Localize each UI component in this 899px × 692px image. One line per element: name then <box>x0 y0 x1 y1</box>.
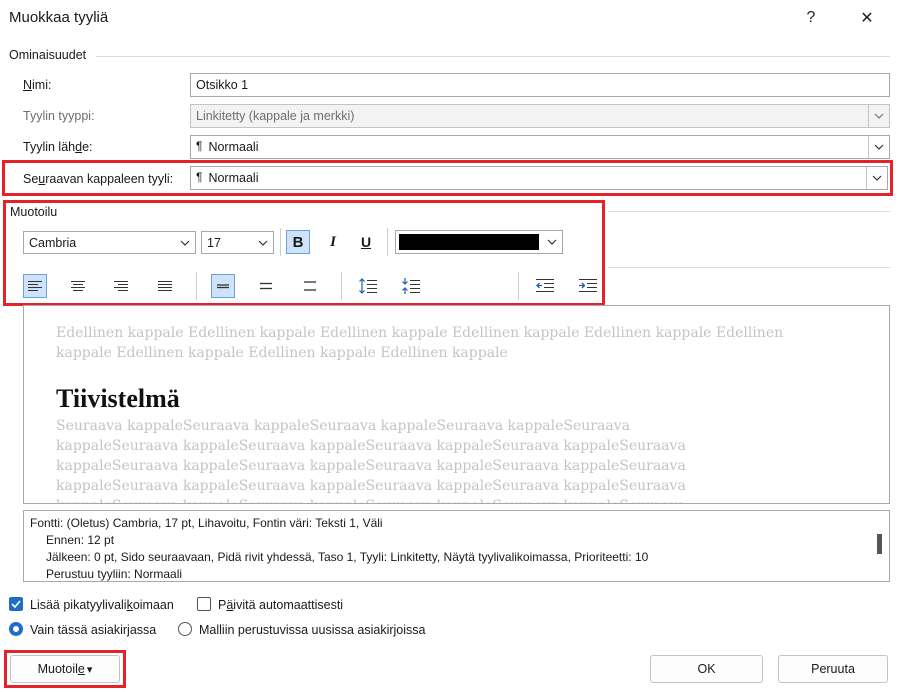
new-documents-radio[interactable] <box>178 622 192 636</box>
increase-indent-icon <box>579 279 597 292</box>
align-left-icon <box>28 281 42 291</box>
style-based-on-label: Tyylin lähde: <box>23 140 93 154</box>
formatting-divider <box>608 211 890 212</box>
chevron-down-icon <box>253 232 273 253</box>
preview-previous-paragraph: Edellinen kappale Edellinen kappale Edel… <box>56 325 784 361</box>
formatting-section-title: Muotoilu <box>10 205 58 219</box>
dialog-title: Muokkaa tyyliä <box>9 9 109 26</box>
preview-heading: Tiivistelmä <box>56 384 180 413</box>
bold-button[interactable]: B <box>286 230 310 254</box>
chevron-down-icon <box>868 105 889 127</box>
checkmark-icon <box>11 600 21 608</box>
preview-next-line: kappaleSeuraava kappaleSeuraava kappaleS… <box>56 458 686 474</box>
font-size-select[interactable]: 17 <box>201 231 274 254</box>
description-line: Fontti: (Oletus) Cambria, 17 pt, Lihavoi… <box>30 516 383 530</box>
help-button[interactable]: ? <box>796 6 826 30</box>
close-button[interactable]: ✕ <box>852 6 882 30</box>
formatting-row-divider <box>608 267 890 268</box>
help-icon: ? <box>806 9 816 26</box>
preview-next-line: kappaleSeuraava kappaleSeuraava kappaleS… <box>56 496 876 503</box>
font-color-swatch <box>399 234 539 250</box>
justify-icon <box>158 281 172 291</box>
preview-next-line: kappaleSeuraava kappaleSeuraava kappaleS… <box>56 478 686 494</box>
next-style-select[interactable]: ¶ Normaali <box>190 166 888 190</box>
description-line: Perustuu tyyliin: Normaali <box>46 567 183 581</box>
align-center-icon <box>71 281 85 291</box>
pilcrow-icon: ¶ <box>196 139 203 153</box>
chevron-down-icon <box>868 136 889 158</box>
preview-next-line: Seuraava kappaleSeuraava kappaleSeuraava… <box>56 418 630 434</box>
preview-next-line: kappaleSeuraava kappaleSeuraava kappaleS… <box>56 438 686 454</box>
close-icon: ✕ <box>860 10 874 27</box>
style-preview: Edellinen kappale Edellinen kappale Edel… <box>23 305 890 504</box>
align-right-icon <box>114 281 128 291</box>
decrease-indent-button[interactable] <box>533 274 557 298</box>
new-documents-label: Malliin perustuvissa uusissa asiakirjois… <box>199 623 426 637</box>
name-label: Nimi: <box>23 78 52 92</box>
style-type-select[interactable]: Linkitetty (kappale ja merkki) <box>190 104 890 128</box>
style-type-label: Tyylin tyyppi: <box>23 109 95 123</box>
description-scrollbar[interactable] <box>877 534 882 554</box>
properties-section-title: Ominaisuudet <box>9 48 87 62</box>
cancel-button[interactable]: Peruuta <box>778 655 888 683</box>
increase-indent-button[interactable] <box>576 274 600 298</box>
underline-button[interactable]: U <box>354 230 378 254</box>
toolbar-separator <box>280 228 281 256</box>
toolbar-separator <box>196 272 197 300</box>
chevron-down-icon <box>542 231 562 253</box>
style-based-on-select[interactable]: ¶ Normaali <box>190 135 890 159</box>
font-color-select[interactable] <box>395 230 563 254</box>
justify-button[interactable] <box>153 274 177 298</box>
double-spacing-button[interactable] <box>298 274 322 298</box>
next-style-label: Seuraavan kappaleen tyyli: <box>23 172 174 186</box>
align-right-button[interactable] <box>109 274 133 298</box>
spacing-increase-icon <box>359 278 377 294</box>
one-and-half-spacing-button[interactable] <box>254 274 278 298</box>
align-left-button[interactable] <box>23 274 47 298</box>
double-spacing-icon <box>304 281 316 291</box>
toolbar-separator <box>387 228 388 256</box>
style-description: Fontti: (Oletus) Cambria, 17 pt, Lihavoi… <box>23 510 890 582</box>
align-center-button[interactable] <box>66 274 90 298</box>
decrease-paragraph-spacing-button[interactable] <box>399 274 423 298</box>
add-to-gallery-checkbox[interactable] <box>9 597 23 611</box>
auto-update-label: Päivitä automaattisesti <box>218 598 344 612</box>
only-this-document-label: Vain tässä asiakirjassa <box>30 623 157 637</box>
description-line: Ennen: 12 pt <box>46 533 115 547</box>
add-to-gallery-label: Lisää pikatyylivalikoimaan <box>30 598 174 612</box>
decrease-indent-icon <box>536 279 554 292</box>
auto-update-checkbox[interactable] <box>197 597 211 611</box>
toolbar-separator <box>341 272 342 300</box>
pilcrow-icon: ¶ <box>196 170 203 184</box>
properties-divider <box>96 56 890 57</box>
single-spacing-button[interactable] <box>211 274 235 298</box>
ok-button[interactable]: OK <box>650 655 763 683</box>
chevron-down-icon <box>175 232 195 253</box>
spacing-decrease-icon <box>402 278 420 294</box>
one-and-half-spacing-icon <box>260 282 272 290</box>
italic-button[interactable]: I <box>321 230 345 254</box>
increase-paragraph-spacing-button[interactable] <box>356 274 380 298</box>
dropdown-arrow-icon: ▾ <box>86 663 93 676</box>
name-input[interactable]: Otsikko 1 <box>190 73 890 97</box>
preview-next-paragraph: Seuraava kappaleSeuraava kappaleSeuraava… <box>56 416 876 503</box>
description-line: Jälkeen: 0 pt, Sido seuraavaan, Pidä riv… <box>46 550 649 564</box>
chevron-down-icon <box>866 167 887 189</box>
font-select[interactable]: Cambria <box>23 231 196 254</box>
toolbar-separator <box>518 272 519 300</box>
only-this-document-radio[interactable] <box>9 622 23 636</box>
format-button[interactable]: Muotoil e ▾ <box>10 655 120 683</box>
single-spacing-icon <box>217 284 229 289</box>
